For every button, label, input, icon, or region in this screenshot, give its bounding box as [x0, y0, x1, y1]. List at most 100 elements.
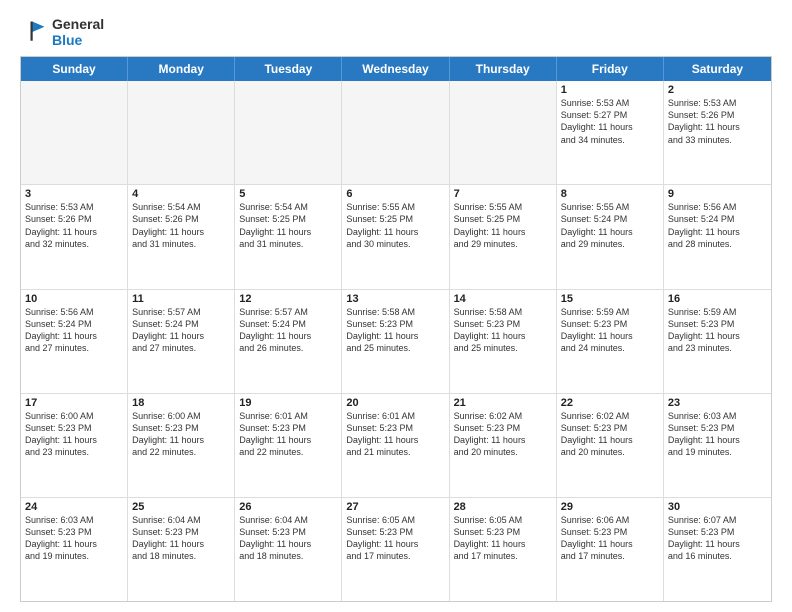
day-info: Sunrise: 6:05 AM Sunset: 5:23 PM Dayligh… [346, 514, 444, 563]
calendar-cell: 5Sunrise: 5:54 AM Sunset: 5:25 PM Daylig… [235, 185, 342, 288]
day-info: Sunrise: 6:01 AM Sunset: 5:23 PM Dayligh… [239, 410, 337, 459]
day-number: 7 [454, 188, 552, 200]
day-info: Sunrise: 5:53 AM Sunset: 5:26 PM Dayligh… [25, 201, 123, 250]
day-info: Sunrise: 5:54 AM Sunset: 5:26 PM Dayligh… [132, 201, 230, 250]
calendar-cell: 24Sunrise: 6:03 AM Sunset: 5:23 PM Dayli… [21, 498, 128, 601]
day-info: Sunrise: 6:03 AM Sunset: 5:23 PM Dayligh… [25, 514, 123, 563]
day-info: Sunrise: 5:54 AM Sunset: 5:25 PM Dayligh… [239, 201, 337, 250]
day-info: Sunrise: 6:05 AM Sunset: 5:23 PM Dayligh… [454, 514, 552, 563]
day-info: Sunrise: 5:55 AM Sunset: 5:24 PM Dayligh… [561, 201, 659, 250]
calendar-cell: 12Sunrise: 5:57 AM Sunset: 5:24 PM Dayli… [235, 290, 342, 393]
day-number: 25 [132, 501, 230, 513]
day-number: 17 [25, 397, 123, 409]
day-number: 15 [561, 293, 659, 305]
day-info: Sunrise: 5:55 AM Sunset: 5:25 PM Dayligh… [454, 201, 552, 250]
day-number: 26 [239, 501, 337, 513]
calendar-cell: 8Sunrise: 5:55 AM Sunset: 5:24 PM Daylig… [557, 185, 664, 288]
day-info: Sunrise: 5:59 AM Sunset: 5:23 PM Dayligh… [561, 306, 659, 355]
calendar-cell: 7Sunrise: 5:55 AM Sunset: 5:25 PM Daylig… [450, 185, 557, 288]
calendar-cell: 10Sunrise: 5:56 AM Sunset: 5:24 PM Dayli… [21, 290, 128, 393]
calendar-cell: 4Sunrise: 5:54 AM Sunset: 5:26 PM Daylig… [128, 185, 235, 288]
day-info: Sunrise: 6:00 AM Sunset: 5:23 PM Dayligh… [132, 410, 230, 459]
day-number: 1 [561, 84, 659, 96]
day-info: Sunrise: 5:58 AM Sunset: 5:23 PM Dayligh… [346, 306, 444, 355]
calendar-cell: 22Sunrise: 6:02 AM Sunset: 5:23 PM Dayli… [557, 394, 664, 497]
day-info: Sunrise: 5:56 AM Sunset: 5:24 PM Dayligh… [668, 201, 767, 250]
day-number: 21 [454, 397, 552, 409]
day-number: 24 [25, 501, 123, 513]
day-number: 29 [561, 501, 659, 513]
day-info: Sunrise: 5:53 AM Sunset: 5:27 PM Dayligh… [561, 97, 659, 146]
calendar-cell [235, 81, 342, 184]
day-number: 3 [25, 188, 123, 200]
day-number: 18 [132, 397, 230, 409]
calendar-cell: 26Sunrise: 6:04 AM Sunset: 5:23 PM Dayli… [235, 498, 342, 601]
calendar-cell: 6Sunrise: 5:55 AM Sunset: 5:25 PM Daylig… [342, 185, 449, 288]
calendar-cell: 14Sunrise: 5:58 AM Sunset: 5:23 PM Dayli… [450, 290, 557, 393]
logo-text: General Blue [52, 16, 104, 48]
day-number: 19 [239, 397, 337, 409]
calendar-cell: 13Sunrise: 5:58 AM Sunset: 5:23 PM Dayli… [342, 290, 449, 393]
day-number: 9 [668, 188, 767, 200]
day-info: Sunrise: 6:07 AM Sunset: 5:23 PM Dayligh… [668, 514, 767, 563]
weekday-header: Tuesday [235, 57, 342, 81]
day-info: Sunrise: 5:57 AM Sunset: 5:24 PM Dayligh… [239, 306, 337, 355]
weekday-header: Wednesday [342, 57, 449, 81]
day-number: 5 [239, 188, 337, 200]
header: General Blue [20, 16, 772, 48]
day-number: 28 [454, 501, 552, 513]
day-info: Sunrise: 6:00 AM Sunset: 5:23 PM Dayligh… [25, 410, 123, 459]
weekday-header: Thursday [450, 57, 557, 81]
weekday-header: Monday [128, 57, 235, 81]
calendar-cell [450, 81, 557, 184]
calendar-cell: 15Sunrise: 5:59 AM Sunset: 5:23 PM Dayli… [557, 290, 664, 393]
calendar-cell [21, 81, 128, 184]
calendar-cell: 9Sunrise: 5:56 AM Sunset: 5:24 PM Daylig… [664, 185, 771, 288]
calendar-cell: 30Sunrise: 6:07 AM Sunset: 5:23 PM Dayli… [664, 498, 771, 601]
weekday-header: Saturday [664, 57, 771, 81]
day-info: Sunrise: 6:06 AM Sunset: 5:23 PM Dayligh… [561, 514, 659, 563]
calendar-week-row: 10Sunrise: 5:56 AM Sunset: 5:24 PM Dayli… [21, 290, 771, 394]
day-number: 10 [25, 293, 123, 305]
day-number: 4 [132, 188, 230, 200]
day-info: Sunrise: 6:01 AM Sunset: 5:23 PM Dayligh… [346, 410, 444, 459]
calendar-cell: 18Sunrise: 6:00 AM Sunset: 5:23 PM Dayli… [128, 394, 235, 497]
day-info: Sunrise: 5:59 AM Sunset: 5:23 PM Dayligh… [668, 306, 767, 355]
weekday-header: Friday [557, 57, 664, 81]
calendar-cell: 3Sunrise: 5:53 AM Sunset: 5:26 PM Daylig… [21, 185, 128, 288]
calendar-cell: 11Sunrise: 5:57 AM Sunset: 5:24 PM Dayli… [128, 290, 235, 393]
calendar-cell: 19Sunrise: 6:01 AM Sunset: 5:23 PM Dayli… [235, 394, 342, 497]
page: General Blue SundayMondayTuesdayWednesda… [0, 0, 792, 612]
day-info: Sunrise: 5:57 AM Sunset: 5:24 PM Dayligh… [132, 306, 230, 355]
calendar-cell: 23Sunrise: 6:03 AM Sunset: 5:23 PM Dayli… [664, 394, 771, 497]
logo-icon [20, 18, 48, 46]
calendar-cell: 2Sunrise: 5:53 AM Sunset: 5:26 PM Daylig… [664, 81, 771, 184]
day-number: 11 [132, 293, 230, 305]
calendar-cell: 20Sunrise: 6:01 AM Sunset: 5:23 PM Dayli… [342, 394, 449, 497]
day-info: Sunrise: 5:58 AM Sunset: 5:23 PM Dayligh… [454, 306, 552, 355]
calendar-week-row: 17Sunrise: 6:00 AM Sunset: 5:23 PM Dayli… [21, 394, 771, 498]
calendar-cell: 27Sunrise: 6:05 AM Sunset: 5:23 PM Dayli… [342, 498, 449, 601]
calendar-cell: 25Sunrise: 6:04 AM Sunset: 5:23 PM Dayli… [128, 498, 235, 601]
calendar-cell [342, 81, 449, 184]
day-number: 6 [346, 188, 444, 200]
day-number: 13 [346, 293, 444, 305]
calendar: SundayMondayTuesdayWednesdayThursdayFrid… [20, 56, 772, 602]
calendar-cell: 1Sunrise: 5:53 AM Sunset: 5:27 PM Daylig… [557, 81, 664, 184]
calendar-body: 1Sunrise: 5:53 AM Sunset: 5:27 PM Daylig… [21, 81, 771, 601]
calendar-cell: 16Sunrise: 5:59 AM Sunset: 5:23 PM Dayli… [664, 290, 771, 393]
logo: General Blue [20, 16, 104, 48]
day-info: Sunrise: 6:02 AM Sunset: 5:23 PM Dayligh… [454, 410, 552, 459]
day-number: 12 [239, 293, 337, 305]
day-info: Sunrise: 6:04 AM Sunset: 5:23 PM Dayligh… [239, 514, 337, 563]
weekday-header: Sunday [21, 57, 128, 81]
day-info: Sunrise: 6:02 AM Sunset: 5:23 PM Dayligh… [561, 410, 659, 459]
calendar-week-row: 24Sunrise: 6:03 AM Sunset: 5:23 PM Dayli… [21, 498, 771, 601]
day-number: 16 [668, 293, 767, 305]
calendar-cell: 21Sunrise: 6:02 AM Sunset: 5:23 PM Dayli… [450, 394, 557, 497]
day-number: 20 [346, 397, 444, 409]
day-number: 14 [454, 293, 552, 305]
day-number: 27 [346, 501, 444, 513]
day-number: 23 [668, 397, 767, 409]
day-info: Sunrise: 6:04 AM Sunset: 5:23 PM Dayligh… [132, 514, 230, 563]
